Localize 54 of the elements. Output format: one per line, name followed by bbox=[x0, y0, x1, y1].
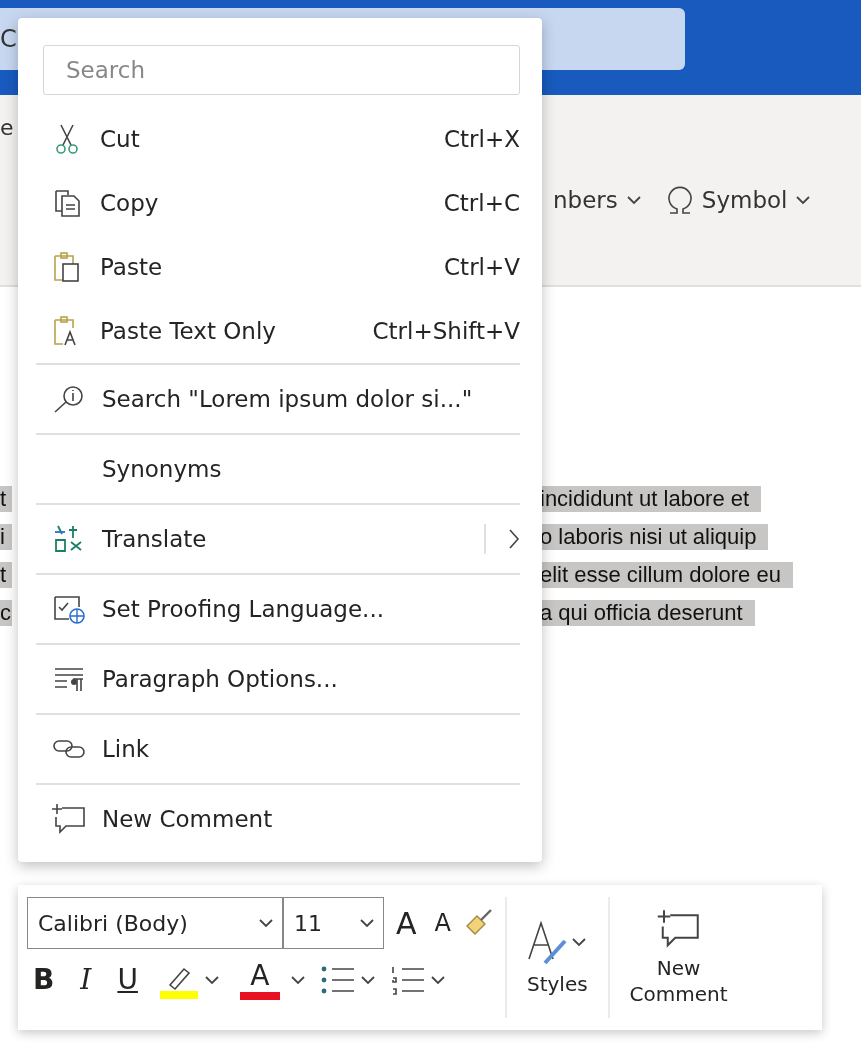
search-text: C bbox=[0, 25, 17, 53]
new-comment-icon bbox=[656, 908, 701, 949]
menu-item[interactable]: Copy Ctrl+C bbox=[34, 171, 520, 235]
styles-button[interactable]: Styles bbox=[516, 885, 598, 1030]
menu-item[interactable]: Synonyms bbox=[36, 435, 520, 503]
shortcut-text: Ctrl+C bbox=[443, 190, 520, 216]
shortcut-text: Ctrl+Shift+V bbox=[372, 318, 520, 344]
chevron-down-icon bbox=[203, 974, 220, 985]
link-icon bbox=[52, 738, 86, 760]
ribbon-button[interactable]: nbers bbox=[553, 187, 642, 213]
numbered-list-icon[interactable] bbox=[389, 964, 426, 995]
new-comment-icon bbox=[52, 803, 86, 835]
ribbon-button[interactable]: Symbol bbox=[665, 185, 812, 215]
menu-item[interactable]: Paste Ctrl+V bbox=[34, 235, 520, 299]
chevron-down-icon bbox=[429, 974, 446, 985]
copy-icon bbox=[52, 188, 82, 218]
italic-button[interactable]: I bbox=[74, 963, 98, 996]
underline-button[interactable]: U bbox=[111, 963, 144, 996]
clipboard-icon bbox=[52, 251, 82, 283]
menu-item[interactable]: Link bbox=[36, 715, 520, 783]
search-info-icon bbox=[52, 384, 86, 414]
chevron-down-icon bbox=[625, 195, 642, 205]
font-select[interactable]: Calibri (Body) bbox=[27, 897, 283, 949]
paragraph-options-icon bbox=[53, 666, 85, 692]
menu-item[interactable]: Cut Ctrl+X bbox=[34, 107, 520, 171]
proofing-globe-icon bbox=[52, 593, 86, 625]
chevron-down-icon bbox=[795, 195, 812, 205]
bullet-list-icon[interactable] bbox=[319, 964, 356, 995]
menu-item[interactable]: Paragraph Options... bbox=[36, 645, 520, 713]
menu-item[interactable]: Translate bbox=[36, 505, 520, 573]
text-fragment: t bbox=[0, 562, 12, 588]
menu-item[interactable]: Search "Lorem ipsum dolor si..." bbox=[36, 365, 520, 433]
font-size-select[interactable]: 11 bbox=[283, 897, 384, 949]
text-fragment: t bbox=[0, 486, 12, 512]
scissors-icon bbox=[53, 123, 81, 155]
search-field[interactable]: Search bbox=[43, 45, 520, 95]
shortcut-text: Ctrl+X bbox=[444, 126, 520, 152]
text-fragment: c bbox=[0, 600, 12, 626]
new-comment-button[interactable]: New Comment bbox=[619, 885, 738, 1030]
font-color-button[interactable]: A bbox=[233, 959, 286, 1000]
omega-icon bbox=[665, 185, 694, 215]
chevron-down-icon bbox=[258, 918, 274, 928]
menu-item[interactable]: Paste Text Only Ctrl+Shift+V bbox=[34, 299, 520, 363]
chevron-down-icon bbox=[289, 974, 306, 985]
shrink-font-button[interactable]: A bbox=[428, 909, 457, 937]
bold-button[interactable]: B bbox=[27, 963, 61, 996]
chevron-down-icon bbox=[359, 918, 375, 928]
chevron-down-icon bbox=[571, 936, 588, 947]
menu-item[interactable]: New Comment bbox=[36, 785, 520, 853]
chevron-down-icon bbox=[359, 974, 376, 985]
text-fragment: i bbox=[0, 524, 12, 550]
shortcut-text: Ctrl+V bbox=[444, 254, 520, 280]
grow-font-button[interactable]: A bbox=[390, 905, 423, 941]
menu-item[interactable]: Set Proofing Language... bbox=[36, 575, 520, 643]
